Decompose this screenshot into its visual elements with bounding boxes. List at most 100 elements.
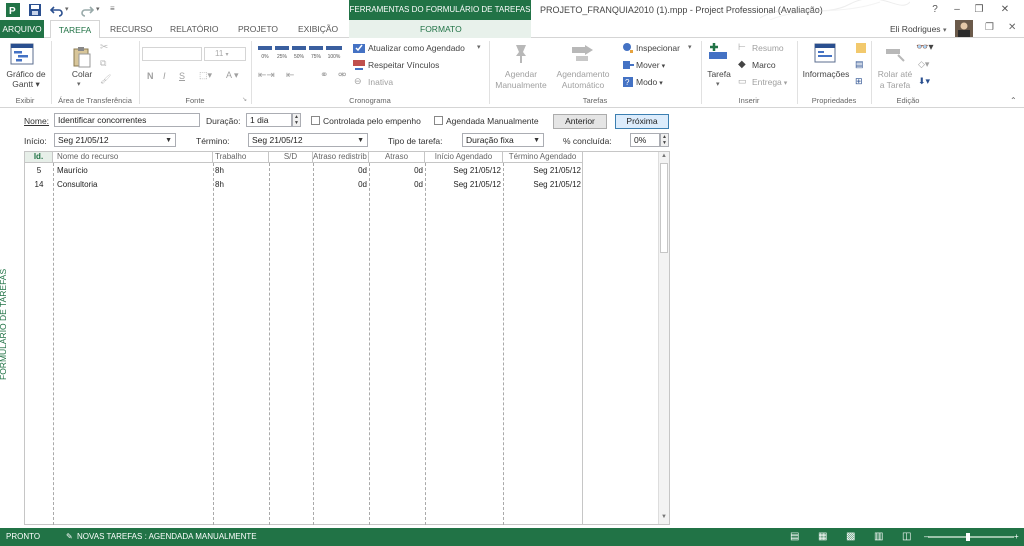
manual-schedule-icon[interactable]: [510, 42, 532, 66]
insert-task-icon[interactable]: [706, 42, 730, 66]
move-button[interactable]: Mover ▾: [636, 60, 665, 70]
indent-icon[interactable]: ⇤: [286, 70, 294, 81]
scroll-to-task-icon[interactable]: [884, 43, 906, 65]
auto-schedule-button[interactable]: Agendamento Automático: [552, 69, 614, 91]
paste-dropdown-icon[interactable]: ▾: [77, 80, 81, 88]
column-header-resource-name[interactable]: Nome do recurso: [53, 152, 213, 163]
scrollbar-thumb[interactable]: [660, 163, 668, 253]
column-header-work[interactable]: Trabalho: [213, 152, 269, 163]
close-button[interactable]: ✕: [996, 2, 1014, 18]
tab-tarefa[interactable]: TAREFA: [50, 20, 100, 39]
user-dropdown-icon[interactable]: ▾: [943, 26, 947, 34]
duration-input[interactable]: 1 dia: [246, 113, 292, 127]
pct-25-button[interactable]: 25%: [274, 44, 290, 62]
font-family-select[interactable]: [142, 47, 202, 61]
row-resource-name[interactable]: Consultoria: [57, 179, 207, 190]
previous-button[interactable]: Anterior: [553, 114, 607, 129]
status-new-tasks[interactable]: NOVAS TAREFAS : AGENDADA MANUALMENTE: [77, 528, 257, 546]
zoom-slider-thumb[interactable]: [966, 533, 970, 541]
font-dialog-launcher-icon[interactable]: ↘: [242, 96, 247, 103]
manually-scheduled-checkbox[interactable]: [434, 116, 443, 125]
restore-button[interactable]: ❐: [970, 2, 988, 18]
row-scheduled-finish[interactable]: Seg 21/05/12: [503, 179, 581, 190]
tab-exibicao[interactable]: EXIBIÇÃO: [292, 20, 344, 38]
row-work[interactable]: 8h: [215, 179, 265, 190]
inspect-button[interactable]: Inspecionar: [636, 43, 680, 53]
notes-icon[interactable]: [856, 43, 866, 53]
italic-button[interactable]: I: [163, 71, 166, 81]
pct-100-button[interactable]: 100%: [325, 44, 343, 62]
format-painter-icon[interactable]: 🖌: [100, 74, 111, 85]
scroll-to-task-button[interactable]: Rolar até a Tarefa: [874, 69, 916, 91]
save-icon[interactable]: [28, 3, 42, 17]
insert-task-dropdown-icon[interactable]: ▾: [716, 80, 720, 88]
unlink-tasks-icon[interactable]: ⚮: [338, 70, 346, 81]
effort-driven-checkbox[interactable]: [311, 116, 320, 125]
fill-icon[interactable]: ⬇▾: [918, 76, 930, 87]
cut-icon[interactable]: ✂: [100, 42, 108, 53]
pct-75-button[interactable]: 75%: [308, 44, 324, 62]
close-window-icon[interactable]: ✕: [1008, 22, 1016, 33]
add-to-timeline-icon[interactable]: ⊞: [855, 76, 863, 87]
task-name-input[interactable]: Identificar concorrentes: [54, 113, 200, 127]
update-dropdown-icon[interactable]: ▾: [477, 43, 481, 51]
underline-button[interactable]: S: [179, 71, 185, 81]
insert-task-button[interactable]: Tarefa: [704, 69, 734, 79]
outdent-icon[interactable]: ⇤⇥: [258, 70, 275, 81]
information-icon[interactable]: [814, 43, 836, 65]
undo-dropdown-icon[interactable]: ▾: [65, 5, 69, 13]
row-scheduled-start[interactable]: Seg 21/05/12: [425, 179, 501, 190]
finish-date-select[interactable]: Seg 21/05/12 ▼: [248, 133, 368, 147]
redo-icon[interactable]: [80, 3, 95, 17]
task-type-select[interactable]: Duração fixa ▼: [462, 133, 544, 147]
manual-schedule-button[interactable]: Agendar Manualmente: [492, 69, 550, 91]
pct-50-button[interactable]: 50%: [291, 44, 307, 62]
tab-arquivo[interactable]: ARQUIVO: [0, 20, 44, 38]
start-date-select[interactable]: Seg 21/05/12 ▼: [54, 133, 176, 147]
column-header-id[interactable]: Id.: [25, 152, 53, 163]
row-scheduled-finish[interactable]: Seg 21/05/12: [503, 165, 581, 176]
gantt-chart-button[interactable]: Gráfico de Gantt ▾: [4, 69, 48, 89]
tab-projeto[interactable]: PROJETO: [232, 20, 284, 38]
user-name[interactable]: Eli Rodrigues: [884, 20, 947, 38]
tab-recurso[interactable]: RECURSO: [104, 20, 159, 38]
paste-button[interactable]: Colar: [66, 69, 98, 79]
percent-complete-input[interactable]: 0%: [630, 133, 660, 147]
vertical-scrollbar[interactable]: ▲ ▼: [658, 152, 669, 524]
redo-dropdown-icon[interactable]: ▾: [96, 5, 100, 13]
column-header-scheduled-start[interactable]: Início Agendado: [425, 152, 503, 163]
zoom-out-icon[interactable]: –: [924, 528, 928, 546]
row-delay[interactable]: 0d: [369, 179, 423, 190]
auto-schedule-icon[interactable]: [571, 43, 595, 65]
link-tasks-icon[interactable]: ⚭: [320, 70, 328, 81]
duration-spinner[interactable]: ▲ ▼: [292, 113, 301, 127]
minimize-button[interactable]: –: [948, 2, 966, 18]
tab-relatorio[interactable]: RELATÓRIO: [164, 20, 225, 38]
undo-icon[interactable]: [49, 3, 64, 17]
avatar[interactable]: [955, 20, 973, 37]
row-scheduled-start[interactable]: Seg 21/05/12: [425, 165, 501, 176]
gantt-chart-icon[interactable]: [10, 43, 34, 67]
deliverable-button[interactable]: Entrega ▾: [752, 77, 787, 87]
help-button[interactable]: ?: [926, 2, 944, 18]
clear-icon[interactable]: ◇▾: [918, 59, 929, 70]
row-sd[interactable]: [271, 165, 311, 176]
mode-button[interactable]: Modo ▾: [636, 77, 663, 87]
view-resource-sheet-icon[interactable]: ▥: [874, 528, 883, 546]
view-report-icon[interactable]: ◫: [902, 528, 911, 546]
column-header-sd[interactable]: S/D: [269, 152, 313, 163]
information-button[interactable]: Informações: [800, 69, 852, 79]
font-color-icon[interactable]: A ▾: [226, 70, 239, 81]
inactivate-button[interactable]: Inativa: [368, 77, 393, 87]
row-work[interactable]: 8h: [215, 165, 265, 176]
inspect-dropdown-icon[interactable]: ▾: [688, 43, 692, 51]
tab-formato[interactable]: FORMATO: [414, 20, 468, 38]
view-team-planner-icon[interactable]: ▩: [846, 528, 855, 546]
column-header-delay[interactable]: Atraso: [369, 152, 425, 163]
table-row[interactable]: 5 Maurício 8h 0d 0d Seg 21/05/12 Seg 21/…: [25, 165, 583, 176]
row-leveling-delay[interactable]: 0d: [313, 179, 367, 190]
summary-button[interactable]: Resumo: [752, 43, 784, 53]
column-header-scheduled-finish[interactable]: Término Agendado: [503, 152, 583, 163]
details-icon[interactable]: ▤: [855, 59, 864, 70]
font-size-select[interactable]: 11 ▾: [204, 47, 246, 61]
